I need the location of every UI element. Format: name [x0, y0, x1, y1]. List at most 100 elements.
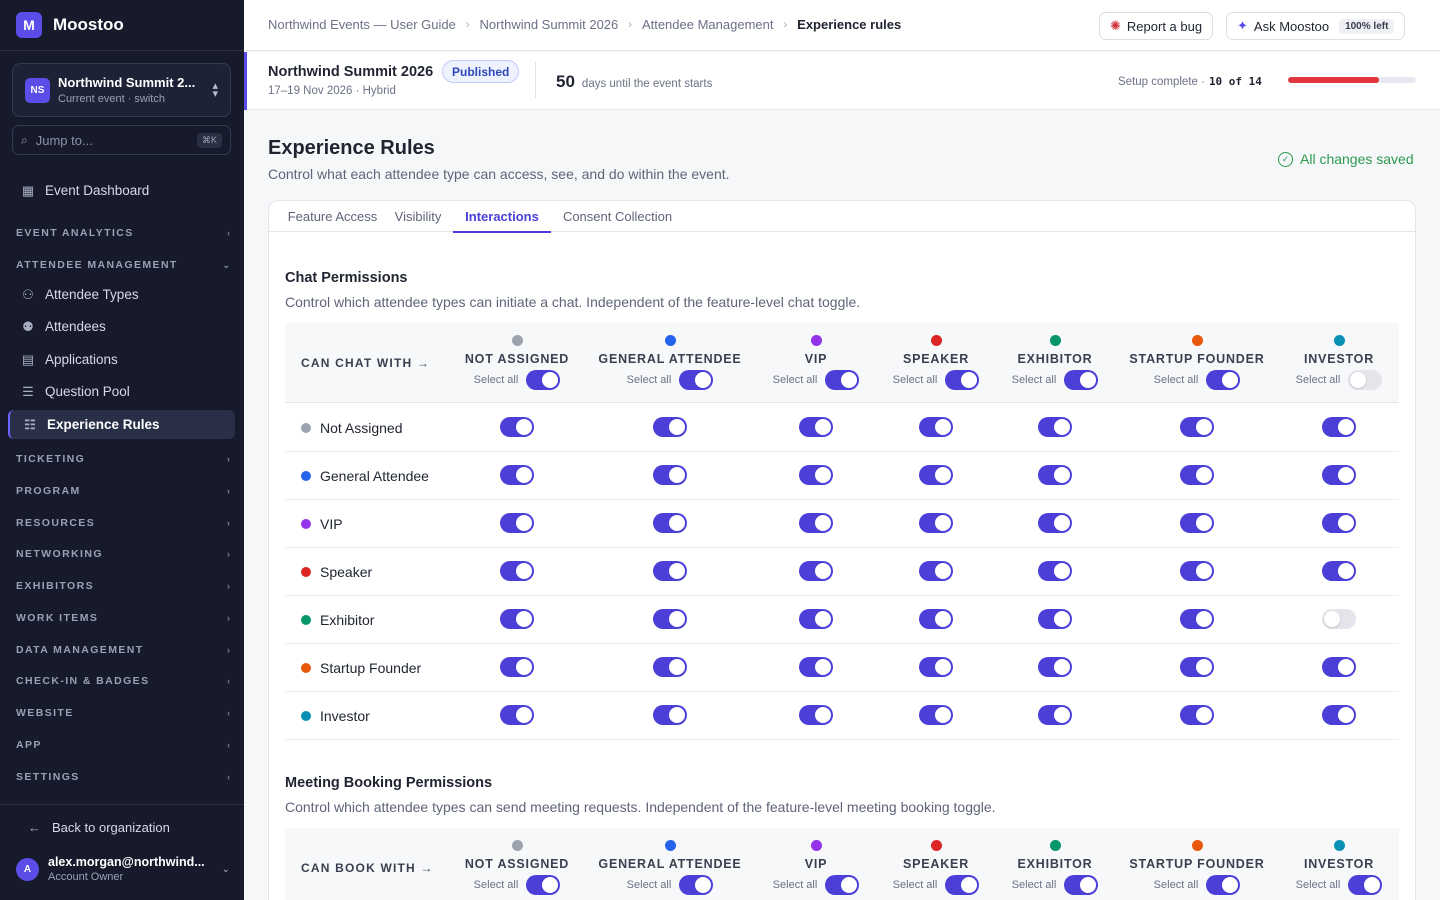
select-all-label: Select all	[473, 879, 519, 891]
jump-to-search[interactable]: ⌕ Jump to... ⌘K	[12, 125, 231, 155]
select-all: Select all	[437, 370, 597, 390]
permission-toggle[interactable]	[919, 513, 953, 533]
sidebar-section-checkin-badges[interactable]: CHECK-IN & BADGES ›	[16, 673, 230, 689]
permission-toggle[interactable]	[653, 705, 687, 725]
permission-toggle[interactable]	[799, 705, 833, 725]
select-all-toggle[interactable]	[526, 370, 561, 390]
sidebar-section-app[interactable]: APP ›	[16, 737, 230, 753]
permission-toggle[interactable]	[653, 465, 687, 485]
sidebar-section-ticketing[interactable]: TICKETING ›	[16, 451, 230, 467]
tab-feature-access[interactable]: Feature Access	[281, 201, 384, 232]
permission-toggle[interactable]	[1322, 465, 1356, 485]
permission-toggle[interactable]	[1322, 609, 1356, 629]
check-circle-icon: ✓	[1278, 151, 1293, 167]
permission-toggle[interactable]	[1038, 705, 1072, 725]
permission-toggle[interactable]	[799, 465, 833, 485]
permission-toggle[interactable]	[653, 561, 687, 581]
breadcrumb-item[interactable]: Northwind Summit 2026	[480, 17, 619, 32]
tab-consent-collection[interactable]: Consent Collection	[559, 201, 676, 232]
permission-toggle[interactable]	[919, 561, 953, 581]
sidebar-item-attendee-types[interactable]: ⚇ Attendee Types	[8, 280, 235, 309]
sidebar-section-exhibitors[interactable]: EXHIBITORS ›	[16, 578, 230, 594]
select-all-toggle[interactable]	[1206, 875, 1241, 895]
permission-toggle[interactable]	[1322, 657, 1356, 677]
permission-toggle[interactable]	[799, 561, 833, 581]
sidebar-section-data-management[interactable]: DATA MANAGEMENT ›	[16, 642, 230, 658]
permission-toggle[interactable]	[653, 657, 687, 677]
permission-toggle[interactable]	[1322, 561, 1356, 581]
sidebar-section-networking[interactable]: NETWORKING ›	[16, 546, 230, 562]
permission-toggle[interactable]	[1038, 513, 1072, 533]
user-menu[interactable]: A alex.morgan@northwind... Account Owner…	[16, 853, 230, 885]
permission-toggle[interactable]	[1180, 705, 1214, 725]
permission-toggle[interactable]	[1038, 465, 1072, 485]
permission-toggle[interactable]	[919, 465, 953, 485]
event-dates: 17–19 Nov 2026 · Hybrid	[268, 85, 396, 97]
select-all-toggle[interactable]	[1206, 370, 1241, 390]
breadcrumb-item[interactable]: Northwind Events — User Guide	[268, 17, 456, 32]
select-all-toggle[interactable]	[679, 875, 714, 895]
select-all-toggle[interactable]	[526, 875, 561, 895]
permission-toggle[interactable]	[500, 705, 534, 725]
permission-toggle[interactable]	[799, 657, 833, 677]
permission-toggle[interactable]	[500, 657, 534, 677]
permission-toggle[interactable]	[919, 657, 953, 677]
brand[interactable]: M Moostoo	[16, 12, 124, 38]
breadcrumb-item[interactable]: Attendee Management	[642, 17, 774, 32]
permission-toggle[interactable]	[1180, 465, 1214, 485]
user-role: Account Owner	[48, 871, 124, 883]
permission-toggle[interactable]	[1038, 657, 1072, 677]
permission-toggle[interactable]	[1038, 561, 1072, 581]
permission-toggle[interactable]	[799, 513, 833, 533]
permission-toggle[interactable]	[500, 465, 534, 485]
sidebar-section-website[interactable]: WEBSITE ›	[16, 705, 230, 721]
sidebar-section-program[interactable]: PROGRAM ›	[16, 483, 230, 499]
permission-toggle[interactable]	[919, 609, 953, 629]
sidebar-section-event-analytics[interactable]: EVENT ANALYTICS ›	[16, 225, 230, 241]
permission-toggle[interactable]	[500, 513, 534, 533]
permission-toggle[interactable]	[919, 705, 953, 725]
report-bug-button[interactable]: ✺ Report a bug	[1099, 12, 1214, 40]
sidebar-section-settings[interactable]: SETTINGS ›	[16, 769, 230, 785]
sidebar-item-event-dashboard[interactable]: ▦ Event Dashboard	[8, 176, 235, 205]
permission-toggle[interactable]	[653, 417, 687, 437]
permission-toggle[interactable]	[500, 417, 534, 437]
permission-toggle[interactable]	[1180, 561, 1214, 581]
select-all-toggle[interactable]	[1348, 370, 1383, 390]
select-all-toggle[interactable]	[1064, 370, 1099, 390]
permission-toggle[interactable]	[1038, 609, 1072, 629]
permission-toggle[interactable]	[919, 417, 953, 437]
permission-toggle[interactable]	[500, 561, 534, 581]
sidebar-section-work-items[interactable]: WORK ITEMS ›	[16, 610, 230, 626]
type-color-dot	[301, 615, 311, 625]
permission-toggle[interactable]	[1180, 657, 1214, 677]
permission-toggle[interactable]	[653, 513, 687, 533]
event-switcher[interactable]: NS Northwind Summit 2... Current event ·…	[12, 63, 231, 117]
select-all-toggle[interactable]	[1064, 875, 1099, 895]
permission-toggle[interactable]	[1322, 417, 1356, 437]
permission-toggle[interactable]	[653, 609, 687, 629]
permission-toggle[interactable]	[1180, 609, 1214, 629]
sidebar-section-resources[interactable]: RESOURCES ›	[16, 515, 230, 531]
permission-toggle[interactable]	[799, 609, 833, 629]
permission-toggle[interactable]	[1180, 417, 1214, 437]
permission-toggle[interactable]	[500, 609, 534, 629]
sidebar-item-applications[interactable]: ▤ Applications	[8, 345, 235, 374]
tab-visibility[interactable]: Visibility	[390, 201, 446, 232]
select-all-toggle[interactable]	[679, 370, 714, 390]
sidebar-item-attendees[interactable]: ⚉ Attendees	[8, 312, 235, 341]
sidebar-item-question-pool[interactable]: ☰ Question Pool	[8, 377, 235, 406]
ask-moostoo-button[interactable]: ✦ Ask Moostoo 100% left	[1226, 12, 1406, 40]
select-all-toggle[interactable]	[825, 875, 860, 895]
tab-interactions[interactable]: Interactions	[453, 201, 551, 233]
select-all-toggle[interactable]	[1348, 875, 1383, 895]
permission-toggle[interactable]	[799, 417, 833, 437]
select-all-toggle[interactable]	[825, 370, 860, 390]
sidebar-item-experience-rules[interactable]: ☷ Experience Rules	[8, 410, 235, 439]
permission-toggle[interactable]	[1322, 705, 1356, 725]
permission-toggle[interactable]	[1322, 513, 1356, 533]
sidebar-section-attendee-management[interactable]: ATTENDEE MANAGEMENT ⌄	[16, 257, 230, 273]
permission-toggle[interactable]	[1180, 513, 1214, 533]
back-to-organization-link[interactable]: ← Back to organization	[28, 820, 170, 835]
permission-toggle[interactable]	[1038, 417, 1072, 437]
